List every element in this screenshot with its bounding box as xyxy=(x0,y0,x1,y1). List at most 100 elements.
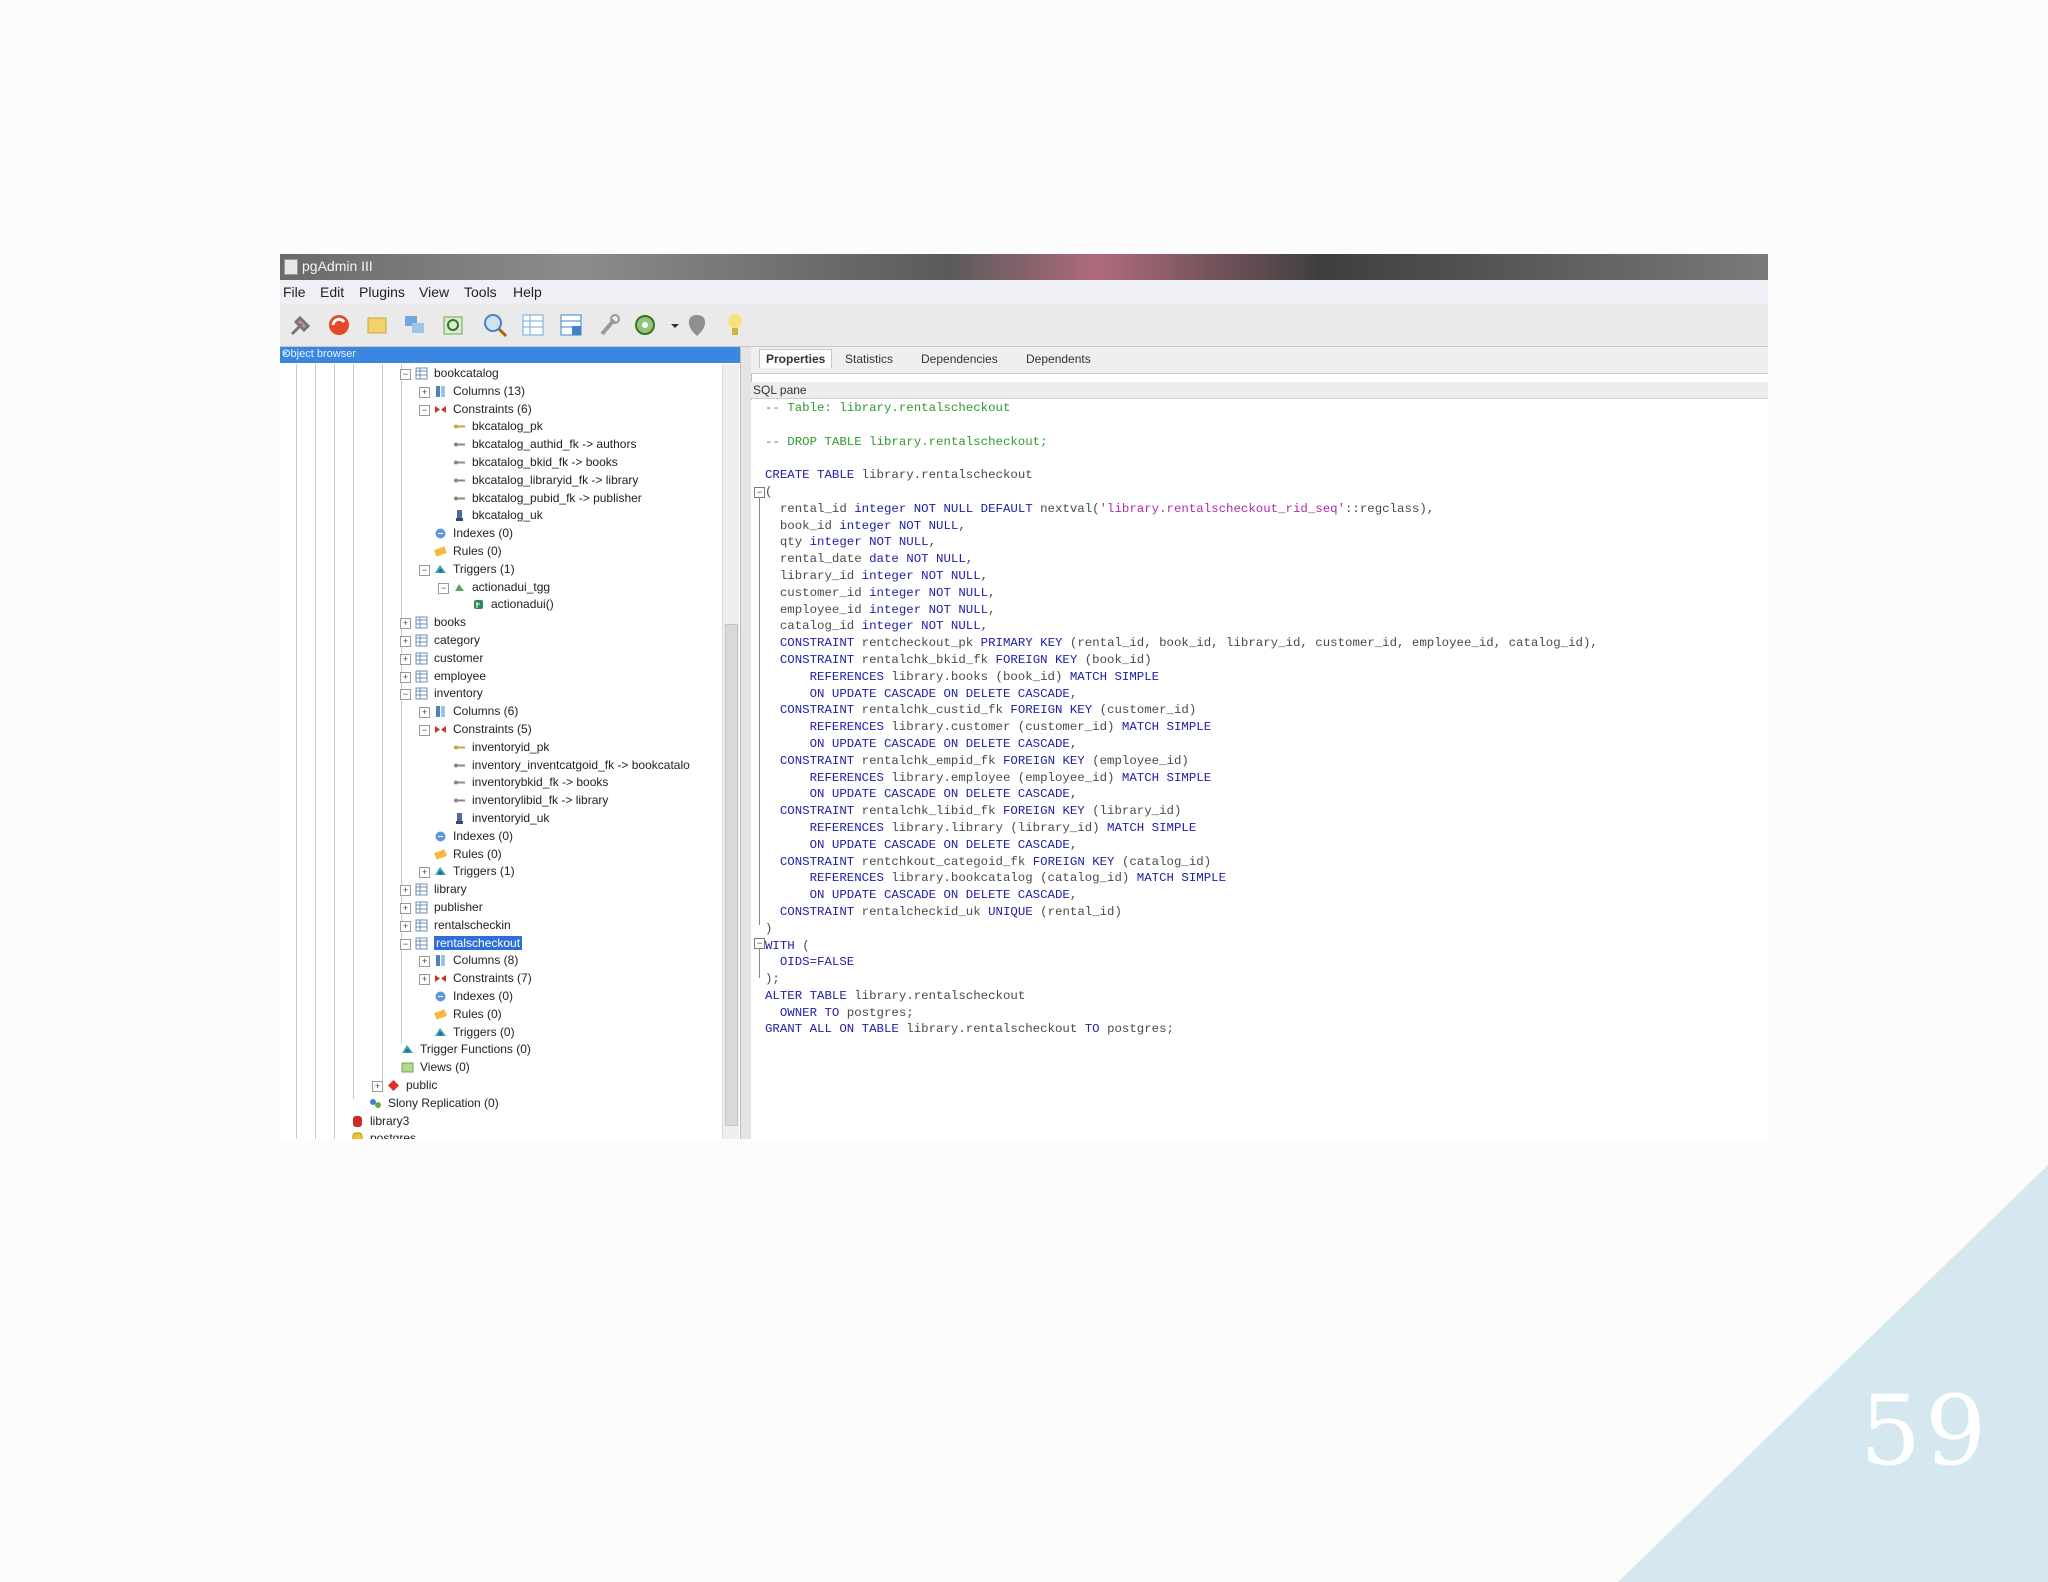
sql-token: -- DROP TABLE library.rentalscheckout; xyxy=(765,434,1048,449)
expand-icon[interactable]: + xyxy=(400,653,411,665)
expand-icon[interactable]: + xyxy=(372,1081,383,1092)
collapse-icon[interactable]: − xyxy=(400,369,411,380)
tree-node[interactable]: + Columns (13) xyxy=(280,384,720,400)
refresh-icon[interactable] xyxy=(324,310,354,340)
tree-scrollbar[interactable] xyxy=(722,364,739,1139)
sql-line: -- DROP TABLE library.rentalscheckout; xyxy=(765,434,1598,451)
sql-line: rental_id integer NOT NULL DEFAULT nextv… xyxy=(765,501,1598,518)
tree-node[interactable]: − Triggers (1) xyxy=(280,562,720,578)
tree-node[interactable]: Indexes (0) xyxy=(280,829,720,845)
collapse-icon[interactable]: − xyxy=(400,689,411,701)
scrollbar-thumb[interactable] xyxy=(725,624,738,1126)
triggers-icon xyxy=(401,1043,414,1056)
tree-node[interactable]: − bookcatalog xyxy=(280,366,720,382)
tree-node[interactable]: inventorybkid_fk -> books xyxy=(280,775,720,791)
tree-node[interactable]: actionadui() xyxy=(280,597,720,613)
tab-dependents[interactable]: Dependents xyxy=(1026,352,1091,366)
close-icon[interactable]: × xyxy=(282,348,734,360)
tree-node[interactable]: + category xyxy=(280,633,720,649)
sql-line: ON UPDATE CASCADE ON DELETE CASCADE, xyxy=(765,686,1598,703)
tree-node[interactable]: bkcatalog_bkid_fk -> books xyxy=(280,455,720,471)
tree-node[interactable]: Rules (0) xyxy=(280,847,720,863)
tree-node[interactable]: inventory_inventcatgoid_fk -> bookcatalo xyxy=(280,758,720,774)
dropdown-arrow-icon[interactable] xyxy=(660,310,679,340)
collapse-icon[interactable]: − xyxy=(419,725,430,736)
tree-node[interactable]: postgres xyxy=(280,1131,720,1139)
tree-node[interactable]: Indexes (0) xyxy=(280,526,720,542)
maintenance-icon[interactable] xyxy=(594,310,624,340)
sql-token: ); xyxy=(765,972,780,987)
menu-file[interactable]: File xyxy=(283,284,306,300)
tree-node[interactable]: + employee xyxy=(280,669,720,685)
tree-node[interactable]: bkcatalog_pubid_fk -> publisher xyxy=(280,491,720,507)
expand-icon[interactable]: + xyxy=(400,618,411,630)
filtered-view-icon[interactable] xyxy=(556,310,586,340)
tree-node[interactable]: Triggers (0) xyxy=(280,1025,720,1041)
menu-view[interactable]: View xyxy=(419,284,449,300)
tree-node[interactable]: + books xyxy=(280,615,720,631)
tree-node[interactable]: bkcatalog_authid_fk -> authors xyxy=(280,437,720,453)
collapse-icon[interactable]: − xyxy=(400,938,411,950)
expand-icon[interactable]: + xyxy=(419,974,430,986)
tree-node[interactable]: + Triggers (1) xyxy=(280,864,720,880)
collapse-icon[interactable]: − xyxy=(419,564,430,576)
tab-statistics[interactable]: Statistics xyxy=(845,352,893,366)
expand-icon[interactable]: + xyxy=(400,920,411,932)
tree-node[interactable]: Indexes (0) xyxy=(280,989,720,1005)
tree-node[interactable]: bkcatalog_libraryid_fk -> library xyxy=(280,473,720,489)
expand-icon[interactable]: + xyxy=(400,671,411,683)
connect-icon[interactable] xyxy=(286,310,316,340)
tree-node[interactable]: − inventory xyxy=(280,686,720,702)
tree-node[interactable]: Rules (0) xyxy=(280,1007,720,1023)
tree-node[interactable]: Slony Replication (0) xyxy=(280,1096,720,1112)
constraints-icon xyxy=(434,972,447,985)
tree-node[interactable]: bkcatalog_pk xyxy=(280,419,720,435)
tree-node[interactable]: + Columns (6) xyxy=(280,704,720,720)
tree-node[interactable]: − rentalscheckout xyxy=(280,935,720,952)
expand-icon[interactable]: + xyxy=(419,386,430,398)
properties-icon[interactable] xyxy=(362,310,392,340)
expand-icon[interactable]: + xyxy=(400,885,411,897)
collapse-icon[interactable]: − xyxy=(419,404,430,416)
tree-node[interactable]: − actionadui_tgg xyxy=(280,580,720,596)
tree-node[interactable]: + public xyxy=(280,1078,720,1094)
hint-icon[interactable] xyxy=(682,310,712,340)
tree-node[interactable]: + library xyxy=(280,882,720,898)
expand-icon[interactable]: + xyxy=(400,636,411,647)
help-icon[interactable] xyxy=(720,310,750,340)
tree-node[interactable]: Trigger Functions (0) xyxy=(280,1042,720,1058)
sql-token: PRIMARY KEY xyxy=(980,636,1070,651)
create-object-icon[interactable] xyxy=(400,310,430,340)
view-data-icon[interactable] xyxy=(518,310,548,340)
expand-icon[interactable]: + xyxy=(419,867,430,879)
tree-node[interactable]: − Constraints (6) xyxy=(280,402,720,418)
expand-icon[interactable]: + xyxy=(419,707,430,719)
tree-node[interactable]: library3 xyxy=(280,1114,720,1130)
collapse-icon[interactable]: − xyxy=(438,582,449,594)
tree-node[interactable]: − Constraints (5) xyxy=(280,722,720,738)
expand-icon[interactable]: + xyxy=(400,903,411,914)
tree-node[interactable]: + publisher xyxy=(280,900,720,916)
sql-query-icon[interactable] xyxy=(480,310,510,340)
tree-node[interactable]: + Constraints (7) xyxy=(280,971,720,987)
tree-node[interactable]: inventoryid_pk xyxy=(280,740,720,756)
menu-help[interactable]: Help xyxy=(513,284,542,300)
menu-plugins[interactable]: Plugins xyxy=(359,284,405,300)
tree-node[interactable]: + rentalscheckin xyxy=(280,918,720,934)
tree-node[interactable]: Views (0) xyxy=(280,1060,720,1076)
sql-pane-title: SQL pane xyxy=(753,383,807,397)
drop-object-icon[interactable] xyxy=(438,310,468,340)
tree-node[interactable]: inventorylibid_fk -> library xyxy=(280,793,720,809)
tree-node[interactable]: + customer xyxy=(280,651,720,667)
tree-node[interactable]: bkcatalog_uk xyxy=(280,508,720,524)
sql-pane[interactable]: − − -- Table: library.rentalscheckout ​--… xyxy=(751,400,1768,1139)
tree-node[interactable]: inventoryid_uk xyxy=(280,811,720,827)
tree-node[interactable]: Rules (0) xyxy=(280,544,720,560)
tab-properties[interactable]: Properties xyxy=(759,349,833,368)
expand-icon[interactable]: + xyxy=(419,956,430,968)
menu-tools[interactable]: Tools xyxy=(464,284,497,300)
tree-node[interactable]: + Columns (8) xyxy=(280,953,720,969)
menu-edit[interactable]: Edit xyxy=(320,284,344,300)
tab-dependencies[interactable]: Dependencies xyxy=(921,352,998,366)
plugins-icon[interactable] xyxy=(630,310,660,340)
